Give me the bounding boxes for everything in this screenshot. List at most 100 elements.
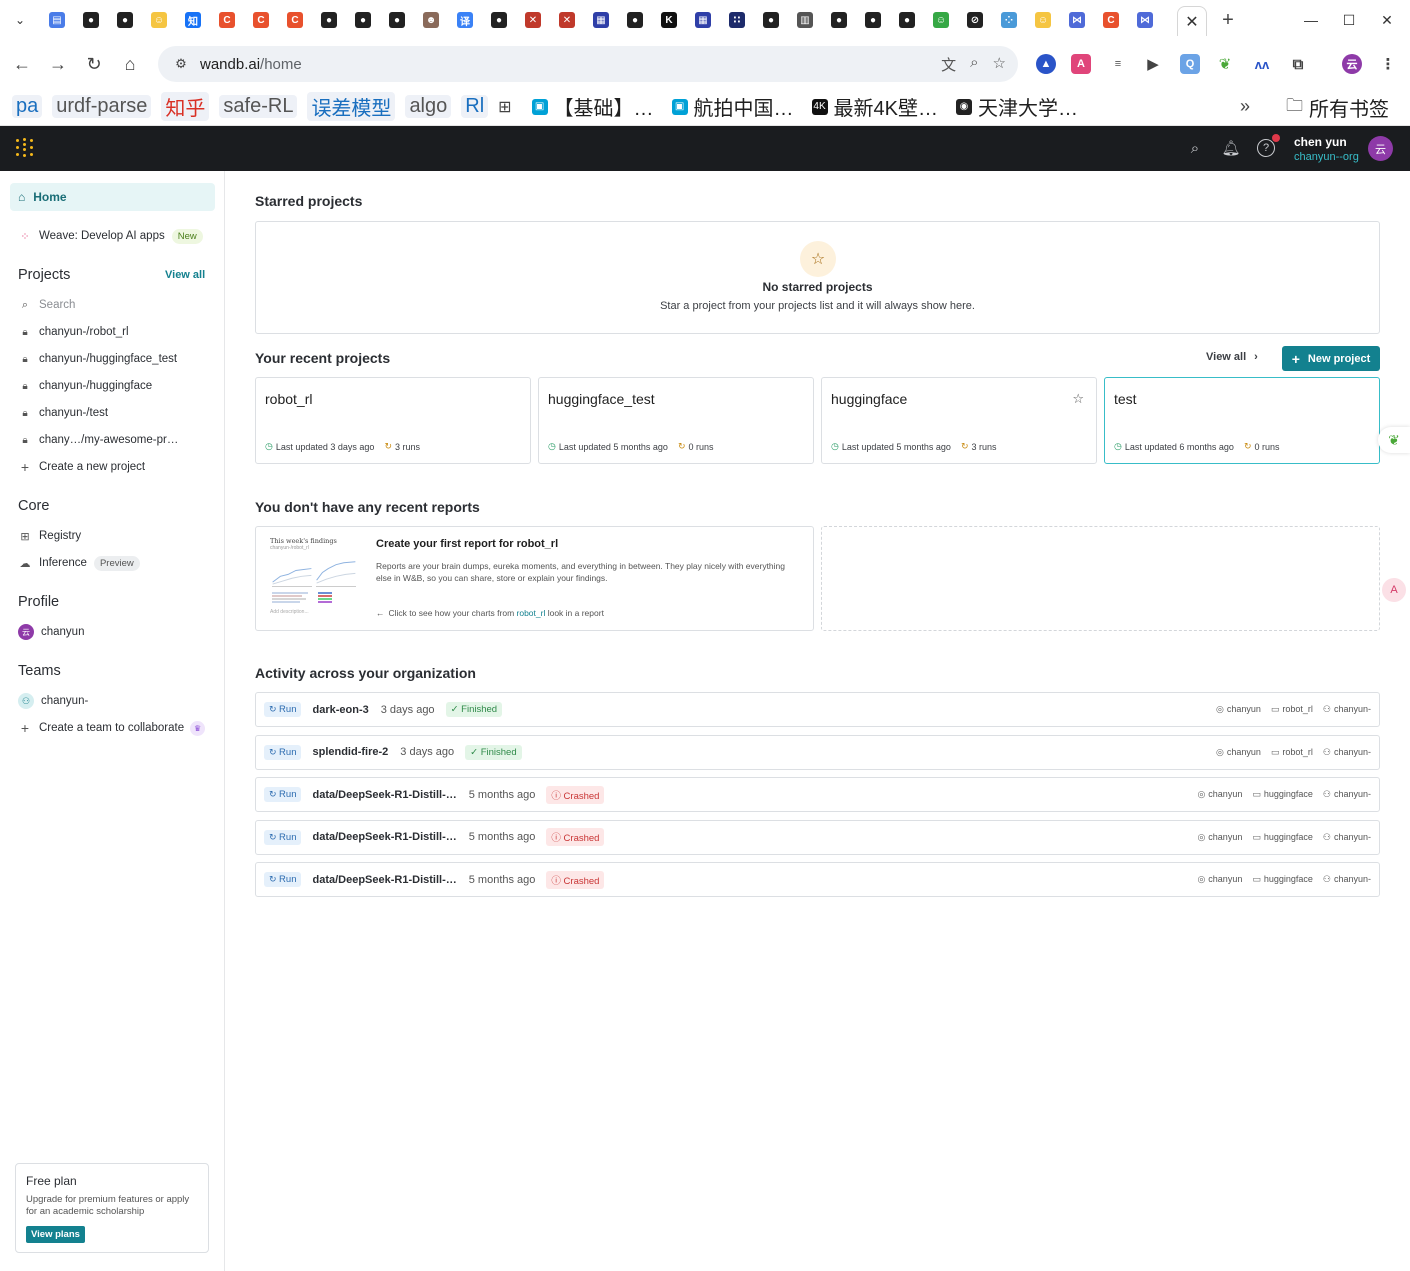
project-card[interactable]: huggingface ☆ ◷ Last updated 5 months ago ↻ 3… (821, 377, 1097, 464)
create-project-link[interactable]: + Create a new project (18, 457, 145, 477)
bookmark-item[interactable]: Rl (461, 95, 489, 118)
activity-user-link[interactable]: ◎ chanyun (1216, 704, 1261, 715)
reload-icon[interactable]: ↻ (82, 52, 106, 76)
bookmark-item[interactable]: algo (405, 95, 452, 118)
sidebar-item-team[interactable]: ⚇ chanyun- (18, 691, 88, 711)
browser-tab[interactable]: ● (380, 0, 414, 40)
activity-user-link[interactable]: ◎ chanyun (1197, 789, 1242, 800)
activity-project-link[interactable]: ▭ robot_rl (1271, 704, 1313, 715)
activity-row[interactable]: ↻ Run data/DeepSeek-R1-Distill-… 5 months … (255, 862, 1380, 897)
browser-tab[interactable]: ● (346, 0, 380, 40)
sidebar-item-home[interactable]: ⌂ Home (10, 183, 215, 211)
browser-tab[interactable]: C (244, 0, 278, 40)
create-report-card[interactable]: This week's findings chanyun-/robot_rl A… (255, 526, 814, 631)
browser-tab[interactable]: ☺ (924, 0, 958, 40)
browser-tab[interactable]: ☻ (414, 0, 448, 40)
run-name-link[interactable]: data/DeepSeek-R1-Distill-… (312, 831, 456, 843)
sidebar-item-inference[interactable]: ☁ Inference Preview (18, 553, 140, 573)
activity-team-link[interactable]: ⚇ chanyun- (1323, 832, 1371, 843)
activity-row[interactable]: ↻ Run dark-eon-3 3 days ago ✓ Finished ◎ chan… (255, 692, 1380, 727)
browser-tab[interactable]: ● (754, 0, 788, 40)
browser-menu-icon[interactable]: ⋮ (1378, 54, 1398, 74)
activity-row[interactable]: ↻ Run splendid-fire-2 3 days ago ✓ Finished… (255, 734, 1380, 770)
translate-floating-icon[interactable]: A (1382, 578, 1406, 602)
project-search-input[interactable]: ⌕ Search (18, 295, 76, 315)
bookmark-item[interactable]: safe-RL (219, 95, 298, 118)
address-bar[interactable]: ⚙ wandb.ai/home 文 ⌕ ☆ (158, 46, 1018, 82)
bookmark-item[interactable]: ▣ 航拍中国… (668, 92, 798, 121)
maximize-icon[interactable]: ☐ (1330, 0, 1368, 40)
activity-project-link[interactable]: ▭ huggingface (1252, 874, 1313, 885)
close-tab-icon[interactable]: ✕ (1177, 6, 1207, 36)
browser-tab[interactable]: ▥ (788, 0, 822, 40)
report-link[interactable]: ← Click to see how your charts from robot… (376, 608, 604, 618)
home-icon[interactable]: ⌂ (118, 52, 142, 76)
browser-tab[interactable]: ▤ (40, 0, 74, 40)
browser-tab[interactable]: 译 (448, 0, 482, 40)
activity-project-link[interactable]: ▭ huggingface (1252, 832, 1313, 843)
browser-tab[interactable]: ▦ (686, 0, 720, 40)
sidebar-project-item[interactable]: 🔒︎ chanyun-/test (18, 403, 108, 423)
leaf-floating-icon[interactable]: ❦ (1378, 427, 1410, 453)
bookmarks-overflow-icon[interactable]: » (1240, 96, 1250, 117)
bookmark-item[interactable]: ▣ 【基础】… (528, 92, 658, 121)
activity-team-link[interactable]: ⚇ chanyun- (1323, 789, 1371, 800)
sidebar-item-weave[interactable]: ⁘ Weave: Develop AI apps New (18, 226, 203, 246)
window-close-icon[interactable]: ✕ (1368, 0, 1406, 40)
tab-search-chevron-icon[interactable]: ⌄ (0, 0, 40, 40)
activity-team-link[interactable]: ⚇ chanyun- (1323, 747, 1371, 758)
browser-tab[interactable]: ● (822, 0, 856, 40)
browser-tab[interactable]: ● (856, 0, 890, 40)
bookmark-item[interactable]: ◉ 天津大学… (952, 92, 1082, 121)
play-extension-icon[interactable]: ▶ (1143, 54, 1163, 74)
project-card[interactable]: robot_rl ◷ Last updated 3 days ago ↻ 3 runs (255, 377, 531, 464)
sidebar-project-item[interactable]: 🔒︎ chanyun-/huggingface_test (18, 349, 177, 369)
search-extension-icon[interactable]: Q (1180, 54, 1200, 74)
run-name-link[interactable]: data/DeepSeek-R1-Distill-… (312, 874, 456, 886)
activity-user-link[interactable]: ◎ chanyun (1197, 832, 1242, 843)
site-info-icon[interactable]: ⚙ (166, 56, 196, 72)
extension-icon[interactable]: ▲ (1036, 54, 1056, 74)
extensions-puzzle-icon[interactable]: ⧉ (1288, 54, 1308, 74)
create-team-link[interactable]: + Create a team to collaborate ♛ (18, 718, 206, 738)
run-name-link[interactable]: dark-eon-3 (312, 704, 368, 716)
browser-tab[interactable]: ✕ (516, 0, 550, 40)
extension-icon[interactable]: ʌʌ (1252, 54, 1272, 74)
report-project-link[interactable]: robot_rl (517, 608, 546, 618)
profile-avatar-icon[interactable]: 云 (1342, 54, 1362, 74)
apps-grid-icon[interactable]: ⊞ (498, 97, 511, 117)
browser-tab[interactable]: ▦ (584, 0, 618, 40)
browser-tab[interactable]: ● (108, 0, 142, 40)
browser-tab[interactable]: ⊘ (958, 0, 992, 40)
browser-tab[interactable]: ✕ (550, 0, 584, 40)
sidebar-project-item[interactable]: 🔒︎ chanyun-/huggingface (18, 376, 152, 396)
browser-tab[interactable]: ● (618, 0, 652, 40)
activity-team-link[interactable]: ⚇ chanyun- (1323, 704, 1371, 715)
translate-page-icon[interactable]: 文 (941, 54, 956, 75)
browser-tab[interactable]: ● (312, 0, 346, 40)
activity-project-link[interactable]: ▭ robot_rl (1271, 747, 1313, 758)
zoom-icon[interactable]: ⌕ (970, 54, 978, 75)
activity-row[interactable]: ↻ Run data/DeepSeek-R1-Distill-… 5 months … (255, 777, 1380, 812)
url-text[interactable]: wandb.ai/home (200, 56, 302, 73)
run-name-link[interactable]: data/DeepSeek-R1-Distill-… (312, 789, 456, 801)
wandb-logo-icon[interactable] (16, 138, 36, 158)
activity-row[interactable]: ↻ Run data/DeepSeek-R1-Distill-… 5 months … (255, 819, 1380, 855)
browser-tab[interactable]: K (652, 0, 686, 40)
sidebar-item-registry[interactable]: ⊞ Registry (18, 526, 81, 546)
back-icon[interactable]: ← (10, 52, 34, 76)
activity-project-link[interactable]: ▭ huggingface (1252, 789, 1313, 800)
project-card[interactable]: huggingface_test ◷ Last updated 5 months a… (538, 377, 814, 464)
all-bookmarks-folder[interactable]: 🗀︎ 所有书签 (1286, 93, 1389, 122)
activity-user-link[interactable]: ◎ chanyun (1197, 874, 1242, 885)
new-project-button[interactable]: + New project (1282, 346, 1380, 371)
browser-tab[interactable]: ⁘ (992, 0, 1026, 40)
leaf-extension-icon[interactable]: ❦ (1215, 54, 1235, 74)
run-name-link[interactable]: splendid-fire-2 (312, 746, 388, 758)
extension-icon[interactable]: ≡ (1108, 54, 1128, 74)
bookmark-item[interactable]: 4K 最新4K壁… (808, 92, 942, 121)
forward-icon[interactable]: → (46, 52, 70, 76)
browser-tab[interactable]: ⋈ (1128, 0, 1162, 40)
browser-tab[interactable]: C (278, 0, 312, 40)
browser-tab[interactable]: ● (482, 0, 516, 40)
